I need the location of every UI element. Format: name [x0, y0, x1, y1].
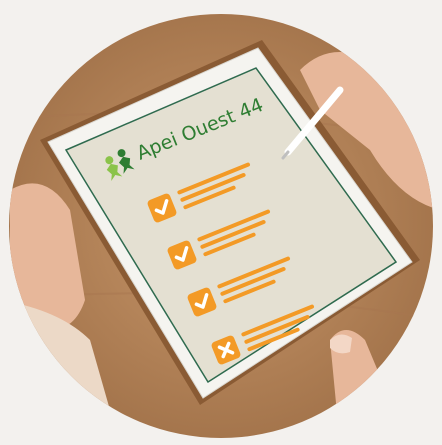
scene-svg: Apei Ouest 44	[0, 0, 442, 445]
photo-scene: Apei Ouest 44	[0, 0, 442, 445]
